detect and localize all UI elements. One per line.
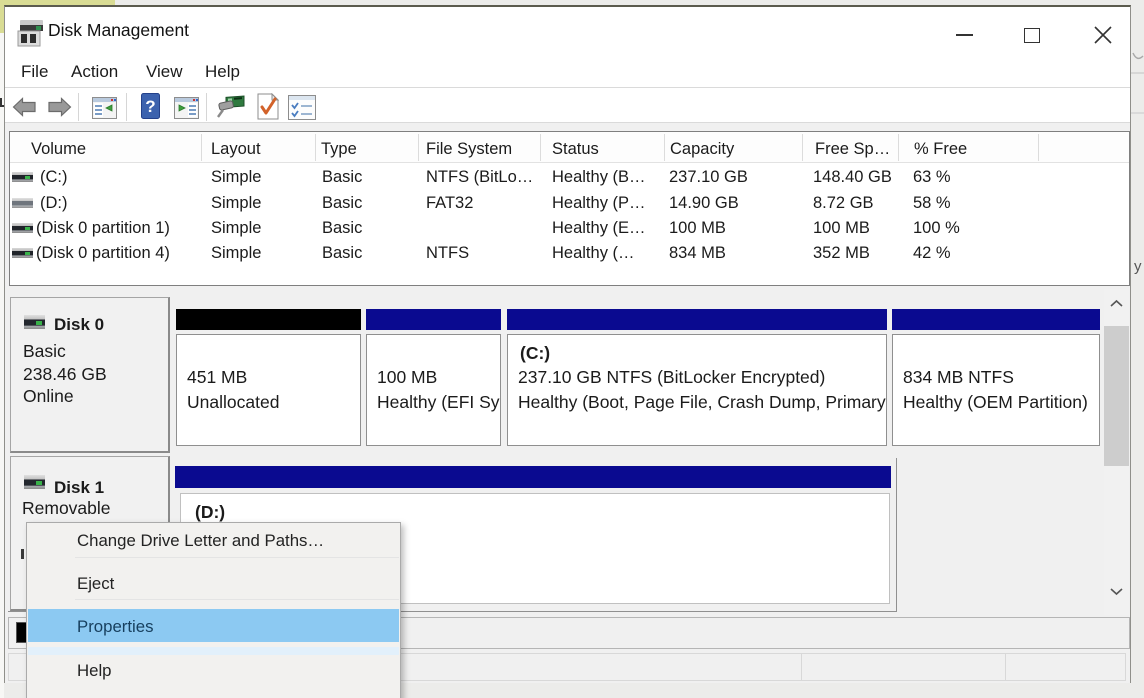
svg-text:?: ? [145,97,155,116]
